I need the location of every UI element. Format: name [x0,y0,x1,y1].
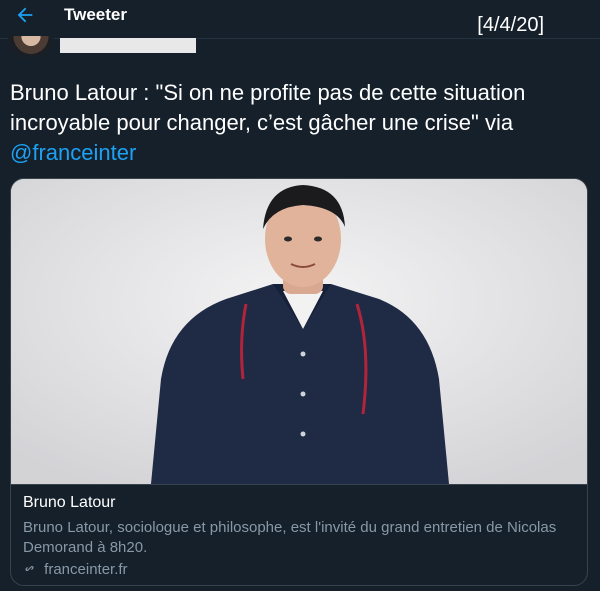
card-domain: franceinter.fr [44,561,128,578]
date-stamp: [4/4/20] [477,14,544,36]
redacted-author-name [60,38,196,53]
link-icon [23,561,40,578]
tweet-body: Bruno Latour : "Si on ne profite pas de … [10,80,526,135]
tweet-text: Bruno Latour : "Si on ne profite pas de … [10,78,590,168]
portrait-illustration [11,179,587,484]
back-arrow-icon[interactable] [14,4,38,28]
card-description: Bruno Latour, sociologue et philosophe, … [23,519,557,556]
mention-link[interactable]: @franceinter [10,140,136,165]
card-title: Bruno Latour [23,494,116,511]
author-row[interactable] [0,36,600,64]
card-image[interactable] [11,179,587,484]
top-bar: Tweeter [4/4/20] [0,0,600,39]
card-domain-row[interactable]: franceinter.fr [23,561,128,578]
avatar[interactable] [8,36,54,58]
page-title: Tweeter [64,5,127,24]
link-card[interactable]: Bruno Latour Bruno Latour, sociologue et… [10,178,588,586]
card-meta[interactable]: Bruno Latour Bruno Latour, sociologue et… [11,484,587,585]
